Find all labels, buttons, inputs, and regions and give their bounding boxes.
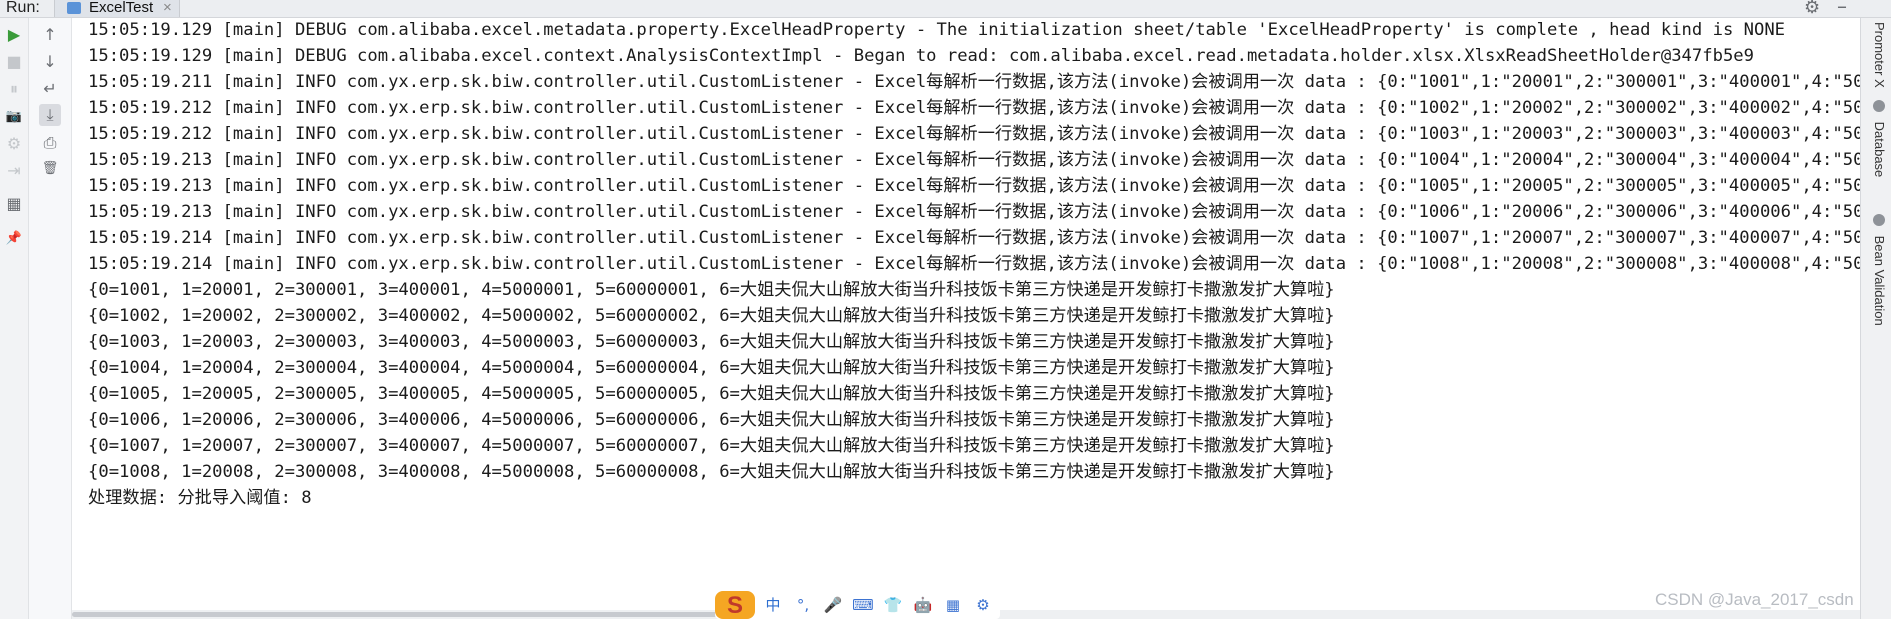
log-line: 15:05:19.214 [main] INFO com.yx.erp.sk.b…	[88, 228, 1885, 248]
promoter-x-label: Promoter X	[1872, 22, 1887, 88]
tab-label: ExcelTest	[89, 0, 154, 16]
output-line: {0=1003, 1=20003, 2=300003, 3=400003, 4=…	[88, 332, 1335, 352]
log-line: 15:05:19.213 [main] INFO com.yx.erp.sk.b…	[88, 150, 1885, 170]
soft-wrap-icon[interactable]: ↵	[39, 78, 61, 100]
ime-toolbar: S 中 °, 🎤 ⌨ 👕 🤖 ▦ ⚙	[715, 591, 1000, 619]
run-label: Run:	[6, 0, 40, 16]
minimize-icon[interactable]: –	[1837, 0, 1847, 18]
sogou-logo-icon[interactable]: S	[715, 591, 755, 619]
chinese-mode-icon[interactable]: 中	[759, 593, 787, 617]
tool-bean-validation[interactable]: Bean Validation	[1865, 214, 1887, 326]
stop-icon[interactable]: ■	[3, 51, 25, 73]
console-toolbar: ↑ ↓ ↵ ⤓ ⎙ 🗑	[29, 18, 72, 619]
tool-promoter-x[interactable]: Promoter X	[1865, 22, 1887, 88]
database-icon	[1873, 100, 1885, 112]
punctuation-icon[interactable]: °,	[789, 593, 817, 617]
assistant-icon[interactable]: 🤖	[909, 593, 937, 617]
output-line: {0=1001, 1=20001, 2=300001, 3=400001, 4=…	[88, 280, 1335, 300]
trash-icon[interactable]: 🗑	[39, 158, 61, 180]
right-tool-strip: Promoter X Database Bean Validation	[1860, 18, 1891, 619]
log-line: 15:05:19.129 [main] DEBUG com.alibaba.ex…	[88, 46, 1754, 66]
bean-validation-icon	[1873, 214, 1885, 226]
output-line: {0=1008, 1=20008, 2=300008, 3=400008, 4=…	[88, 462, 1335, 482]
toolbox-icon[interactable]: ▦	[939, 593, 967, 617]
output-line: {0=1005, 1=20005, 2=300005, 3=400005, 4=…	[88, 384, 1335, 404]
ime-settings-icon[interactable]: ⚙	[969, 593, 997, 617]
output-line: {0=1004, 1=20004, 2=300004, 3=400004, 4=…	[88, 358, 1335, 378]
run-toolbar: Run: ExcelTest × ⚙ –	[0, 0, 1891, 18]
run-config-icon	[67, 2, 81, 14]
arrow-down-icon[interactable]: ↓	[39, 51, 61, 73]
output-line: {0=1007, 1=20007, 2=300007, 3=400007, 4=…	[88, 436, 1335, 456]
keyboard-icon[interactable]: ⌨	[849, 593, 877, 617]
pause-icon[interactable]: ⏸	[3, 78, 25, 100]
camera-icon[interactable]: 📷	[3, 106, 25, 128]
arrow-up-icon[interactable]: ↑	[39, 24, 61, 46]
gear-icon[interactable]: ⚙	[1804, 0, 1820, 18]
pin-icon[interactable]: 📌	[3, 228, 25, 250]
skin-icon[interactable]: 👕	[879, 593, 907, 617]
output-line: {0=1002, 1=20002, 2=300002, 3=400002, 4=…	[88, 306, 1335, 326]
log-line: 15:05:19.212 [main] INFO com.yx.erp.sk.b…	[88, 98, 1885, 118]
output-line: 处理数据: 分批导入阈值: 8	[88, 488, 312, 508]
log-line: 15:05:19.213 [main] INFO com.yx.erp.sk.b…	[88, 176, 1885, 196]
log-line: 15:05:19.212 [main] INFO com.yx.erp.sk.b…	[88, 124, 1885, 144]
layout-icon[interactable]: ▦	[3, 193, 25, 215]
output-line: {0=1006, 1=20006, 2=300006, 3=400006, 4=…	[88, 410, 1335, 430]
database-label: Database	[1872, 121, 1887, 178]
settings-icon[interactable]: ⚙	[3, 133, 25, 155]
close-icon[interactable]: ×	[163, 0, 172, 16]
log-line: 15:05:19.214 [main] INFO com.yx.erp.sk.b…	[88, 254, 1885, 274]
console-output[interactable]: 15:05:19.129 [main] DEBUG com.alibaba.ex…	[72, 18, 1884, 610]
log-line: 15:05:19.129 [main] DEBUG com.alibaba.ex…	[88, 20, 1786, 40]
watermark: CSDN @Java_2017_csdn	[1655, 590, 1854, 609]
run-actions-toolbar: ▶ ■ ⏸ 📷 ⚙ ⇥ ▦ 📌	[0, 18, 29, 619]
microphone-icon[interactable]: 🎤	[819, 593, 847, 617]
tab-excel-test[interactable]: ExcelTest ×	[54, 0, 180, 17]
run-icon[interactable]: ▶	[3, 24, 25, 46]
log-line: 15:05:19.211 [main] INFO com.yx.erp.sk.b…	[88, 72, 1885, 92]
scroll-to-end-icon[interactable]: ⤓	[39, 104, 61, 126]
bean-validation-label: Bean Validation	[1872, 235, 1887, 326]
print-icon[interactable]: ⎙	[39, 132, 61, 154]
exit-icon[interactable]: ⇥	[3, 160, 25, 182]
log-line: 15:05:19.213 [main] INFO com.yx.erp.sk.b…	[88, 202, 1885, 222]
tool-database[interactable]: Database	[1865, 100, 1887, 177]
